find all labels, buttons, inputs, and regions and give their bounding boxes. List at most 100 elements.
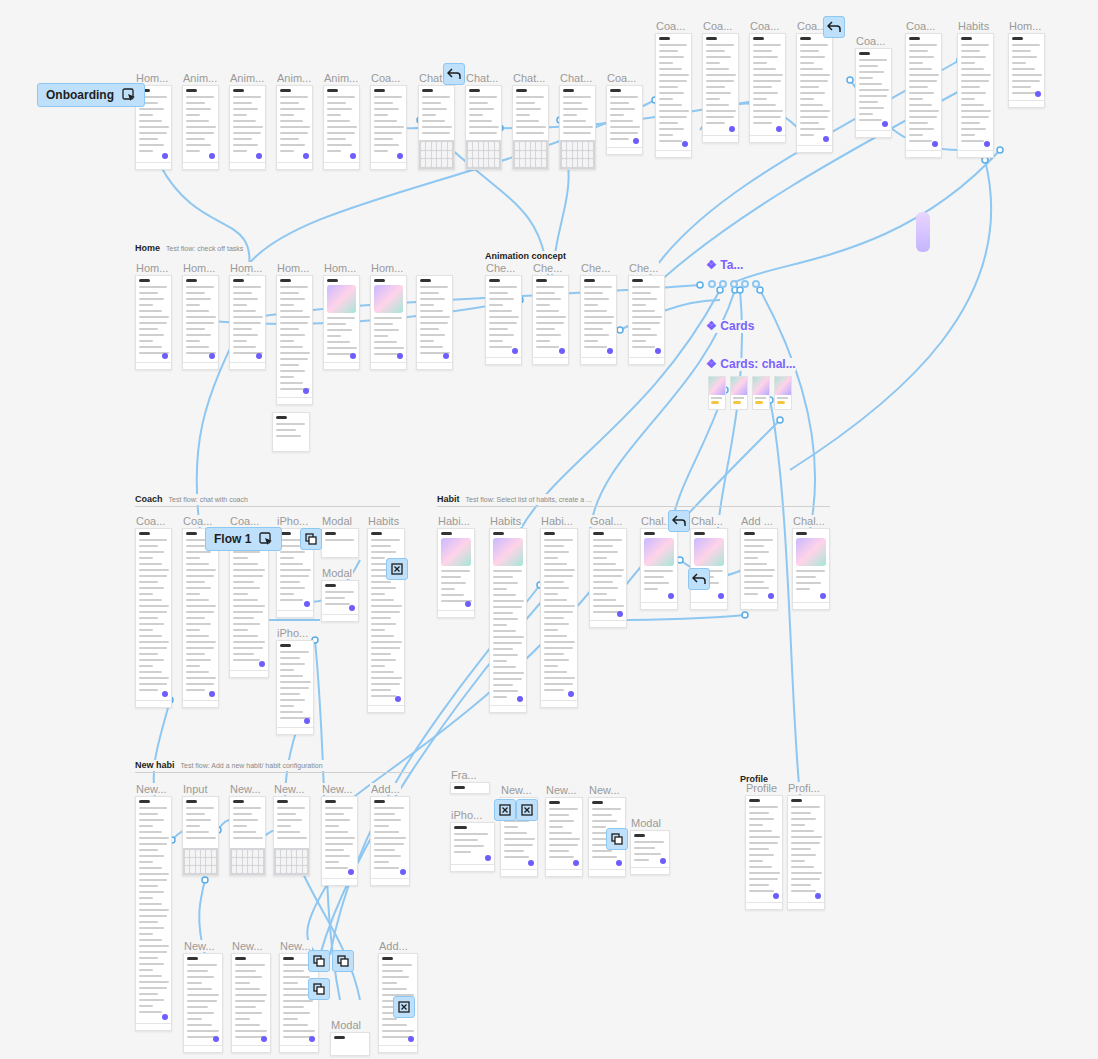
frame-title[interactable]: Anim...	[182, 72, 218, 84]
frame-title[interactable]: Coa...	[370, 72, 401, 84]
frame-title[interactable]: Anim...	[276, 72, 312, 84]
frame-title[interactable]: New...	[588, 784, 621, 796]
frame-title[interactable]: Modal	[330, 1019, 362, 1031]
frame-title[interactable]: Habi...	[437, 515, 471, 527]
frame-title[interactable]: Modal	[630, 817, 662, 829]
frame-title[interactable]: New...	[321, 783, 354, 795]
frame-title[interactable]: Modal	[321, 515, 353, 527]
screen-frame[interactable]	[135, 796, 172, 1031]
screen-frame[interactable]	[182, 796, 219, 876]
frame-title[interactable]: New...	[135, 783, 168, 795]
frame-title[interactable]: Profi...	[787, 782, 821, 794]
screen-frame[interactable]	[276, 275, 313, 405]
screen-frame[interactable]	[416, 275, 453, 370]
frame-title[interactable]: Hom...	[276, 262, 310, 274]
screen-frame[interactable]	[323, 275, 360, 370]
frame-title[interactable]: Che...	[580, 262, 611, 274]
overlay-action-icon[interactable]	[606, 828, 628, 850]
screen-frame[interactable]	[182, 528, 219, 708]
overlay-action-icon[interactable]	[308, 950, 330, 972]
frame-title[interactable]: Hom...	[182, 262, 216, 274]
frame-title[interactable]: Profile	[745, 782, 778, 794]
screen-frame[interactable]	[370, 275, 407, 370]
screen-frame[interactable]	[272, 412, 310, 452]
overlay-action-icon[interactable]	[300, 528, 322, 550]
frame-title[interactable]: Habits	[957, 20, 990, 32]
frame-title[interactable]: Coa...	[749, 20, 780, 32]
frame-title[interactable]: New...	[279, 940, 312, 952]
screen-frame[interactable]	[321, 580, 359, 622]
frame-title[interactable]: New...	[183, 940, 216, 952]
frame-title[interactable]: Che...	[628, 262, 659, 274]
overlay-action-icon[interactable]	[308, 978, 330, 1000]
screen-frame[interactable]	[540, 528, 578, 708]
screen-frame[interactable]	[628, 275, 665, 365]
close-action-icon[interactable]	[393, 996, 415, 1018]
screen-frame[interactable]	[321, 796, 358, 886]
frame-title[interactable]: iPho...	[276, 515, 309, 527]
frame-title[interactable]: Chal...	[792, 515, 826, 527]
flow-start-badge[interactable]: Onboarding	[37, 83, 145, 107]
screen-frame[interactable]	[532, 275, 569, 365]
back-action-icon[interactable]	[443, 63, 465, 85]
screen-frame[interactable]	[580, 275, 617, 365]
flow-start-badge[interactable]: Flow 1	[205, 527, 282, 551]
screen-frame[interactable]	[606, 85, 643, 155]
back-action-icon[interactable]	[668, 510, 690, 532]
screen-frame[interactable]	[370, 85, 407, 170]
screen-frame[interactable]	[182, 275, 219, 370]
screen-frame[interactable]	[229, 85, 266, 170]
frame-title[interactable]: New...	[229, 783, 262, 795]
screen-frame[interactable]	[1008, 33, 1045, 108]
screen-frame[interactable]	[749, 33, 786, 143]
screen-frame[interactable]	[485, 275, 522, 365]
screen-frame[interactable]	[450, 822, 495, 872]
overlay-action-icon[interactable]	[332, 950, 354, 972]
frame-title[interactable]: New...	[231, 940, 264, 952]
screen-frame[interactable]	[589, 528, 627, 628]
screen-frame[interactable]	[231, 953, 271, 1053]
frame-title[interactable]: Coa...	[855, 35, 886, 47]
frame-title[interactable]: Anim...	[229, 72, 265, 84]
screen-frame[interactable]	[370, 796, 410, 886]
frame-title[interactable]: Habi...	[540, 515, 574, 527]
frame-title[interactable]: Coa...	[135, 515, 166, 527]
frame-title[interactable]: New...	[273, 783, 306, 795]
screen-frame[interactable]	[437, 528, 475, 618]
component-label[interactable]: ❖ Cards	[706, 320, 754, 333]
frame-title[interactable]: Habits	[489, 515, 522, 527]
screen-frame[interactable]	[630, 830, 670, 875]
frame-title[interactable]: Chat...	[465, 72, 499, 84]
frame-title[interactable]: Add ...	[740, 515, 774, 527]
screen-frame[interactable]	[855, 48, 892, 138]
frame-title[interactable]: Add...	[378, 940, 409, 952]
screen-frame[interactable]	[559, 85, 596, 170]
back-action-icon[interactable]	[688, 568, 710, 590]
frame-title[interactable]: Coa...	[182, 515, 213, 527]
frame-title[interactable]: Chat...	[512, 72, 546, 84]
frame-title[interactable]: Chat...	[559, 72, 593, 84]
screen-frame[interactable]	[450, 782, 490, 794]
screen-frame[interactable]	[655, 33, 692, 158]
prototype-canvas[interactable]: HomeTest flow: check off tasksAnimation …	[0, 0, 1098, 1059]
screen-frame[interactable]	[787, 795, 825, 910]
screen-frame[interactable]	[135, 528, 172, 708]
screen-frame[interactable]	[745, 795, 783, 910]
screen-frame[interactable]	[545, 797, 583, 877]
frame-title[interactable]: Goal...	[589, 515, 623, 527]
screen-frame[interactable]	[640, 528, 678, 610]
frame-title[interactable]: Hom...	[1008, 20, 1042, 32]
frame-title[interactable]: iPho...	[450, 809, 483, 821]
component-label[interactable]: ❖ Cards: chal...	[706, 358, 796, 371]
frame-title[interactable]: iPho...	[276, 627, 309, 639]
frame-title[interactable]: New...	[545, 784, 578, 796]
screen-frame[interactable]	[229, 275, 266, 370]
screen-frame[interactable]	[418, 85, 455, 170]
frame-title[interactable]: Hom...	[323, 262, 357, 274]
screen-frame[interactable]	[512, 85, 549, 170]
screen-frame[interactable]	[489, 528, 527, 713]
frame-title[interactable]: Che...	[485, 262, 516, 274]
screen-frame[interactable]	[182, 85, 219, 170]
close-action-icon[interactable]	[516, 799, 538, 821]
screen-frame[interactable]	[367, 528, 405, 713]
